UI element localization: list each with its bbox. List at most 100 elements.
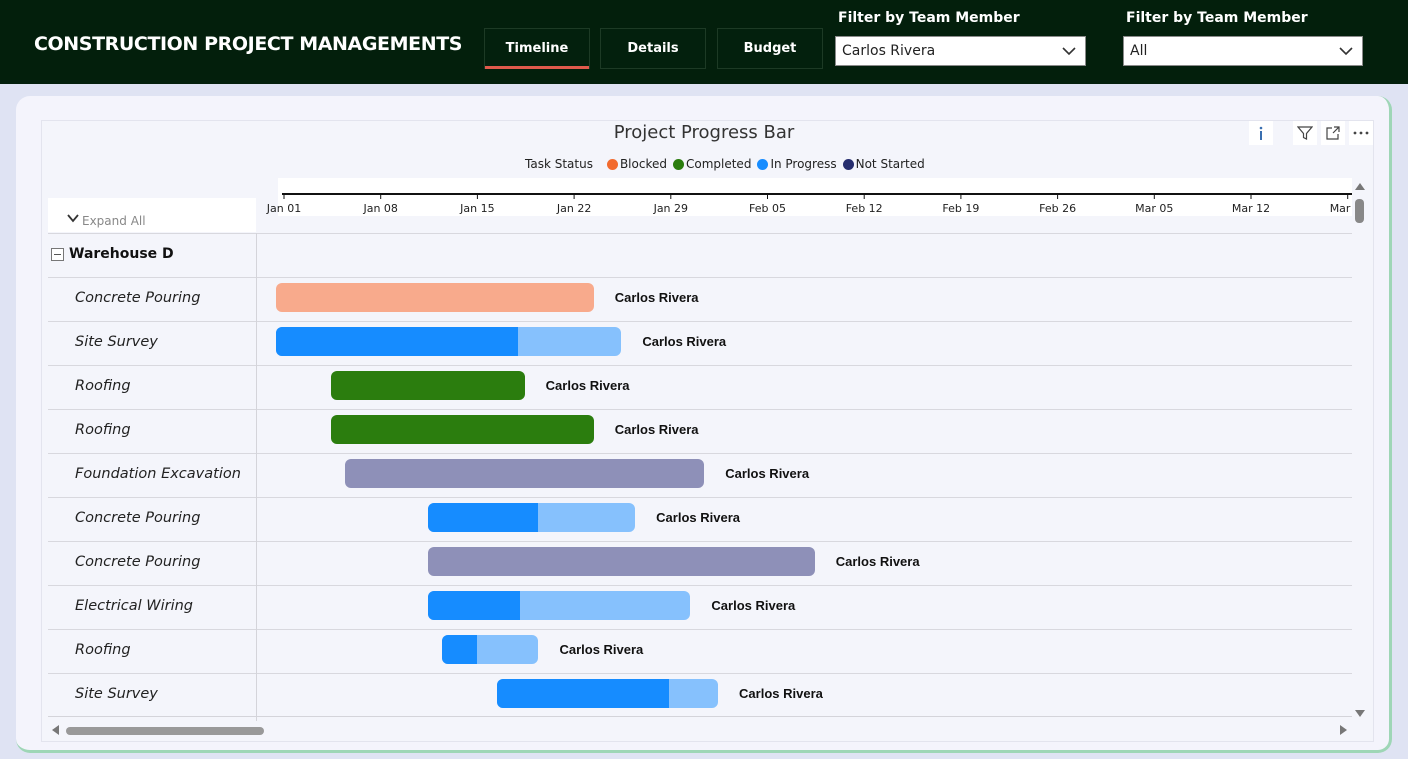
legend-item-in-progress[interactable]: In Progress: [757, 157, 837, 171]
task-assignee: Carlos Rivera: [739, 686, 823, 701]
task-name: Site Survey: [75, 686, 158, 702]
legend-label-completed: Completed: [685, 157, 752, 171]
task-progress-fill: [276, 327, 518, 356]
axis-tick-label: Jan 22: [556, 202, 592, 215]
team-member-select-2-value: All: [1130, 43, 1148, 59]
filter-label-2: Filter by Team Member: [1126, 10, 1308, 26]
task-bar[interactable]: [427, 503, 636, 532]
axis-tick-label: Jan 15: [460, 202, 495, 215]
legend-label-in-progress: In Progress: [770, 157, 837, 171]
axis-line: [282, 193, 1352, 199]
task-bar[interactable]: [331, 371, 525, 400]
task-progress-fill: [427, 591, 520, 620]
axis-tick-label: Mar 19: [1329, 202, 1352, 215]
legend-label-blocked: Blocked: [619, 157, 667, 171]
task-bar[interactable]: [427, 547, 815, 576]
group-label: Warehouse D: [69, 246, 174, 262]
task-assignee: Carlos Rivera: [559, 642, 644, 657]
task-assignee: Carlos Rivera: [725, 466, 810, 481]
task-bar[interactable]: [497, 679, 719, 708]
task-name: Foundation Excavation: [75, 466, 241, 482]
legend-dot-blocked: [606, 158, 618, 170]
axis-tick-label: Jan 01: [266, 202, 302, 215]
expand-all-label: Expand All: [82, 214, 146, 228]
axis-tick-label: Feb 26: [1039, 202, 1077, 215]
task-assignee: Carlos Rivera: [656, 510, 740, 525]
task-name: Electrical Wiring: [75, 598, 194, 614]
task-assignee: Carlos Rivera: [614, 290, 699, 305]
axis-tick-label: Jan 29: [653, 202, 689, 215]
axis-tick-label: Feb 12: [845, 202, 883, 215]
task-name: Concrete Pouring: [75, 510, 201, 526]
scroll-up-arrow[interactable]: [1355, 183, 1365, 190]
task-assignee: Carlos Rivera: [835, 554, 920, 569]
team-member-select-2[interactable]: All: [1123, 36, 1363, 66]
chevron-down-icon: [1339, 47, 1353, 56]
axis-tick-label: Feb 05: [749, 202, 786, 215]
task-row: [48, 585, 1352, 629]
scroll-right-arrow[interactable]: [1340, 725, 1347, 735]
task-bar[interactable]: [331, 415, 594, 444]
legend-title: Task Status: [525, 157, 593, 171]
task-bar[interactable]: [276, 327, 622, 356]
task-assignee: Carlos Rivera: [711, 598, 796, 613]
task-name: Roofing: [75, 642, 131, 658]
app-title: CONSTRUCTION PROJECT MANAGEMENTS: [34, 33, 463, 55]
legend-label-not-started: Not Started: [855, 157, 925, 171]
task-assignee: Carlos Rivera: [614, 422, 699, 437]
task-name: Concrete Pouring: [75, 554, 201, 570]
task-progress-fill: [441, 635, 477, 664]
collapse-group-button[interactable]: [51, 248, 64, 261]
legend-dot-in-progress: [757, 158, 769, 170]
team-member-select-1[interactable]: Carlos Rivera: [835, 36, 1086, 66]
team-member-select-1-value: Carlos Rivera: [842, 43, 936, 59]
info-icon[interactable]: [1249, 121, 1273, 145]
tab-details[interactable]: Details: [600, 28, 706, 69]
more-options-icon[interactable]: [1349, 121, 1373, 145]
legend-item-not-started[interactable]: Not Started: [842, 157, 925, 171]
legend-item-blocked[interactable]: Blocked: [606, 157, 667, 171]
expand-all-button[interactable]: Expand All: [48, 198, 256, 232]
visual-title: Project Progress Bar: [613, 122, 795, 143]
chevron-down-icon: [1062, 47, 1076, 56]
group-row: [48, 233, 1352, 277]
scroll-left-arrow[interactable]: [52, 725, 59, 735]
bottom-row-line: [48, 716, 1352, 717]
task-assignee: Carlos Rivera: [642, 334, 727, 349]
legend-item-completed[interactable]: Completed: [672, 157, 752, 171]
axis-tick-label: Mar 12: [1231, 202, 1271, 215]
task-bar[interactable]: [441, 635, 539, 664]
filter-label-1: Filter by Team Member: [838, 10, 1020, 26]
task-name: Site Survey: [75, 334, 158, 350]
label-divider: [256, 233, 257, 721]
horizontal-scroll-thumb[interactable]: [66, 727, 264, 735]
focus-mode-icon[interactable]: [1321, 121, 1345, 145]
axis-tick-label: Mar 05: [1135, 202, 1174, 215]
task-bar[interactable]: [276, 283, 594, 312]
axis-tick-label: Feb 19: [942, 202, 980, 215]
legend: Task Status Blocked Completed In Progres…: [525, 157, 931, 171]
task-bar[interactable]: [427, 591, 691, 620]
horizontal-scrollbar[interactable]: [48, 722, 1352, 738]
scroll-down-arrow[interactable]: [1355, 710, 1365, 717]
task-row: [48, 409, 1352, 453]
legend-dot-not-started: [842, 158, 854, 170]
tab-budget[interactable]: Budget: [717, 28, 823, 69]
task-progress-fill: [497, 679, 670, 708]
task-row: [48, 365, 1352, 409]
task-name: Roofing: [75, 378, 131, 394]
vertical-scroll-thumb[interactable]: [1355, 199, 1364, 223]
task-progress-fill: [427, 503, 538, 532]
tab-timeline[interactable]: Timeline: [484, 28, 590, 69]
task-name: Roofing: [75, 422, 131, 438]
timeline-axis: [278, 178, 1352, 216]
task-row: [48, 629, 1352, 673]
chevron-down-icon: [67, 214, 79, 223]
filter-icon[interactable]: [1293, 121, 1317, 145]
task-assignee: Carlos Rivera: [545, 378, 630, 393]
task-row: [48, 277, 1352, 321]
task-bar[interactable]: [345, 459, 705, 488]
task-name: Concrete Pouring: [75, 290, 201, 306]
legend-dot-completed: [672, 158, 684, 170]
axis-tick-label: Jan 08: [363, 202, 398, 215]
